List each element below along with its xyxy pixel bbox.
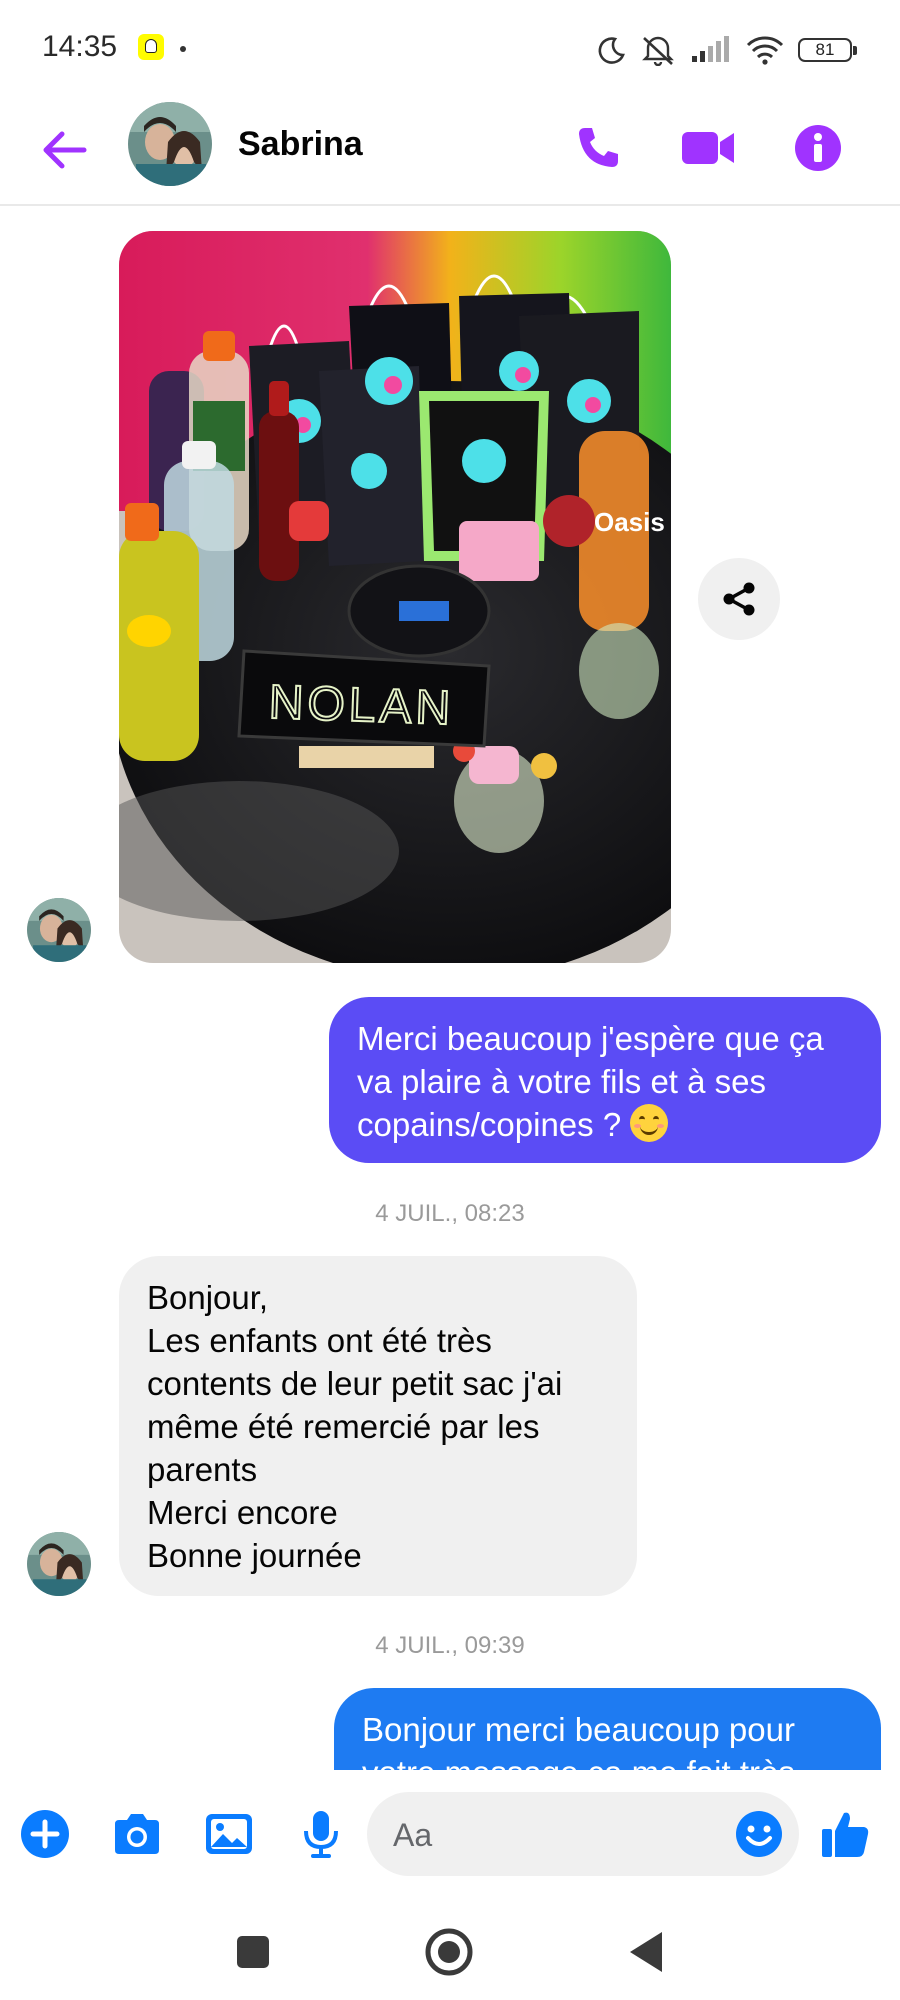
sender-avatar[interactable] xyxy=(27,1532,91,1596)
moon-icon xyxy=(598,37,625,64)
message-list[interactable]: Oasis NOLAN Merci beaucoup j'espère que … xyxy=(0,206,900,1770)
signal-icon xyxy=(692,36,729,62)
call-button[interactable] xyxy=(566,116,630,180)
status-time: 14:35 xyxy=(42,30,118,63)
camera-icon xyxy=(115,1814,159,1854)
microphone-icon xyxy=(304,1811,338,1858)
incoming-message[interactable]: Bonjour, Les enfants ont été très conten… xyxy=(119,1256,637,1596)
back-button[interactable] xyxy=(36,122,92,178)
more-actions-button[interactable] xyxy=(15,1804,75,1864)
video-camera-icon xyxy=(682,132,734,164)
share-icon xyxy=(723,582,755,616)
emoji-icon[interactable] xyxy=(735,1810,783,1858)
status-bar: 14:35 81 xyxy=(0,0,900,100)
timestamp: 4 JUIL., 08:23 xyxy=(375,1200,525,1227)
message-text: Merci beaucoup j'espère que ça va plaire… xyxy=(357,1020,824,1143)
status-icons: 81 xyxy=(596,30,857,70)
phone-icon xyxy=(579,128,618,167)
snapchat-icon xyxy=(138,34,164,60)
camera-button[interactable] xyxy=(107,1804,167,1864)
outgoing-message[interactable]: Merci beaucoup j'espère que ça va plaire… xyxy=(329,997,881,1163)
voice-message-button[interactable] xyxy=(291,1804,351,1864)
svg-text:Oasis: Oasis xyxy=(594,507,665,537)
recents-button[interactable] xyxy=(225,1924,281,1980)
gallery-button[interactable] xyxy=(199,1804,259,1864)
battery-icon: 81 xyxy=(798,38,857,62)
home-circle-icon xyxy=(425,1928,473,1976)
info-icon xyxy=(795,125,841,171)
timestamp: 4 JUIL., 09:39 xyxy=(375,1632,525,1659)
image-message[interactable]: Oasis NOLAN xyxy=(119,231,671,963)
smiling-emoji-icon xyxy=(630,1104,669,1142)
like-button[interactable] xyxy=(815,1804,875,1864)
thumbs-up-icon xyxy=(822,1812,869,1857)
message-text: Bonjour, Les enfants ont été très conten… xyxy=(147,1279,563,1574)
message-composer xyxy=(0,1770,900,1900)
video-call-button[interactable] xyxy=(676,116,740,180)
system-back-button[interactable] xyxy=(618,1924,674,1980)
outgoing-message[interactable]: Bonjour merci beaucoup pour votre messag… xyxy=(334,1688,881,1770)
back-arrow-icon xyxy=(43,131,87,169)
message-field[interactable] xyxy=(367,1792,799,1878)
message-text: Bonjour merci beaucoup pour votre messag… xyxy=(362,1711,795,1770)
share-button[interactable] xyxy=(698,558,780,640)
contact-avatar[interactable] xyxy=(128,102,212,186)
party-bags-photo: Oasis NOLAN xyxy=(119,231,671,963)
recents-square-icon xyxy=(237,1936,269,1968)
photo-name-label: NOLAN xyxy=(268,676,455,735)
message-input[interactable] xyxy=(391,1792,725,1878)
plus-icon xyxy=(21,1810,69,1858)
gallery-icon xyxy=(206,1814,252,1854)
wifi-icon xyxy=(746,36,784,65)
info-button[interactable] xyxy=(786,116,850,180)
sender-avatar[interactable] xyxy=(27,898,91,962)
chat-header: Sabrina xyxy=(0,100,900,206)
back-triangle-icon xyxy=(630,1932,662,1972)
mute-icon xyxy=(642,36,674,66)
battery-level: 81 xyxy=(815,40,835,59)
home-button[interactable] xyxy=(421,1924,477,1980)
contact-name[interactable]: Sabrina xyxy=(238,122,363,166)
android-nav-bar xyxy=(0,1900,900,2000)
notification-dot xyxy=(180,46,186,52)
